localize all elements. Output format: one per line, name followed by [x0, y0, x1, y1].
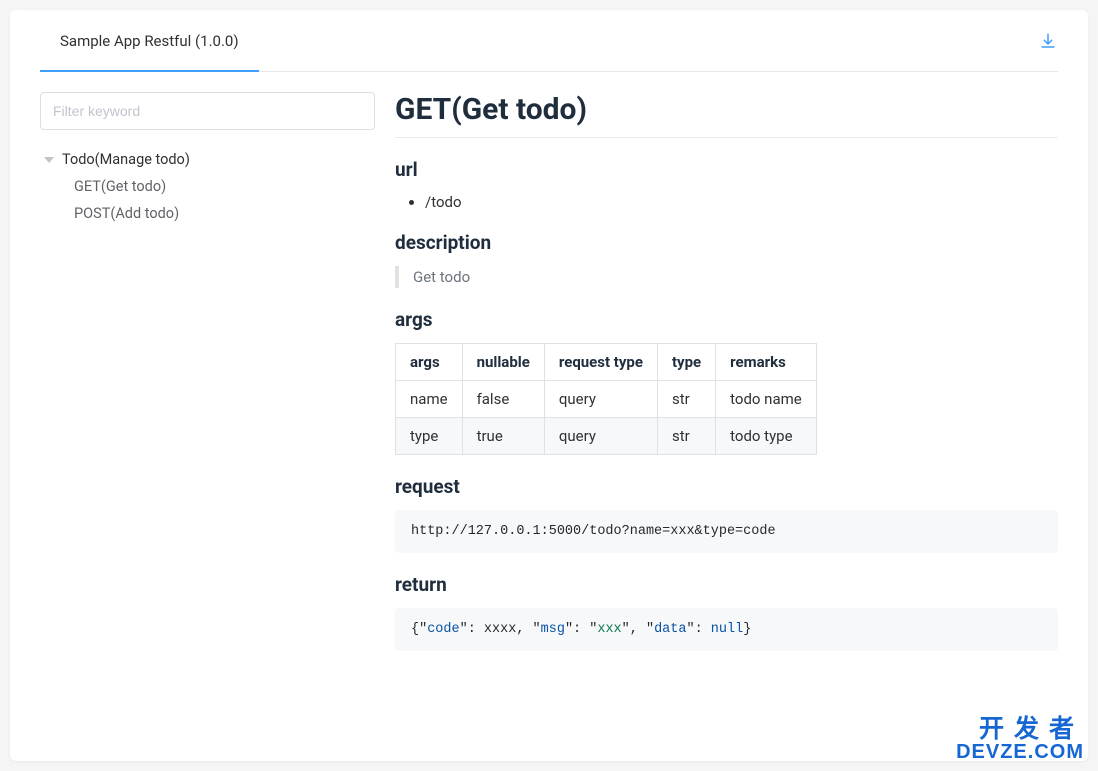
section-url-heading: url — [395, 158, 1058, 181]
cell: todo type — [716, 418, 817, 455]
download-icon[interactable] — [1038, 31, 1058, 51]
cell: true — [462, 418, 544, 455]
args-table: args nullable request type type remarks … — [395, 343, 817, 455]
cell: query — [544, 418, 657, 455]
cell: todo name — [716, 381, 817, 418]
content: GET(Get todo) url /todo description Get … — [375, 92, 1058, 669]
section-return-heading: return — [395, 573, 1058, 596]
nav-tree: Todo(Manage todo) GET(Get todo) POST(Add… — [40, 148, 375, 225]
table-row: type true query str todo type — [396, 418, 817, 455]
cell: str — [657, 381, 715, 418]
tree-item-get[interactable]: GET(Get todo) — [40, 175, 375, 198]
chevron-down-icon — [44, 157, 54, 163]
description-block: Get todo — [395, 266, 1058, 288]
section-args-heading: args — [395, 308, 1058, 331]
tabs-bar: Sample App Restful (1.0.0) — [40, 10, 1058, 72]
tree-item-label: GET(Get todo) — [74, 178, 166, 195]
tree-item-label: POST(Add todo) — [74, 205, 179, 222]
cell: type — [396, 418, 463, 455]
watermark-line2: DEVZE.COM — [956, 742, 1084, 761]
filter-input[interactable] — [40, 92, 375, 130]
th-nullable: nullable — [462, 344, 544, 381]
section-description-heading: description — [395, 231, 1058, 254]
return-code: {"code": xxxx, "msg": "xxx", "data": nul… — [395, 608, 1058, 651]
tab-sample-app[interactable]: Sample App Restful (1.0.0) — [40, 10, 259, 71]
cell: name — [396, 381, 463, 418]
cell: str — [657, 418, 715, 455]
url-item: /todo — [425, 193, 1058, 211]
th-request-type: request type — [544, 344, 657, 381]
cell: false — [462, 381, 544, 418]
tree-item-post[interactable]: POST(Add todo) — [40, 202, 375, 225]
page-title: GET(Get todo) — [395, 92, 1058, 138]
tree-root-todo[interactable]: Todo(Manage todo) — [40, 148, 375, 171]
th-type: type — [657, 344, 715, 381]
table-row: name false query str todo name — [396, 381, 817, 418]
description-text: Get todo — [413, 268, 470, 286]
tree-root-label: Todo(Manage todo) — [62, 151, 190, 168]
table-header-row: args nullable request type type remarks — [396, 344, 817, 381]
tab-label: Sample App Restful (1.0.0) — [60, 32, 239, 50]
cell: query — [544, 381, 657, 418]
th-args: args — [396, 344, 463, 381]
section-request-heading: request — [395, 475, 1058, 498]
app-frame: Sample App Restful (1.0.0) Todo(Manage t… — [10, 10, 1088, 761]
sidebar: Todo(Manage todo) GET(Get todo) POST(Add… — [40, 92, 375, 669]
url-list: /todo — [395, 193, 1058, 211]
body: Todo(Manage todo) GET(Get todo) POST(Add… — [40, 92, 1058, 669]
th-remarks: remarks — [716, 344, 817, 381]
watermark: 开发者 DEVZE.COM — [956, 716, 1084, 761]
watermark-line1: 开发者 — [956, 716, 1084, 742]
request-code: http://127.0.0.1:5000/todo?name=xxx&type… — [395, 510, 1058, 553]
